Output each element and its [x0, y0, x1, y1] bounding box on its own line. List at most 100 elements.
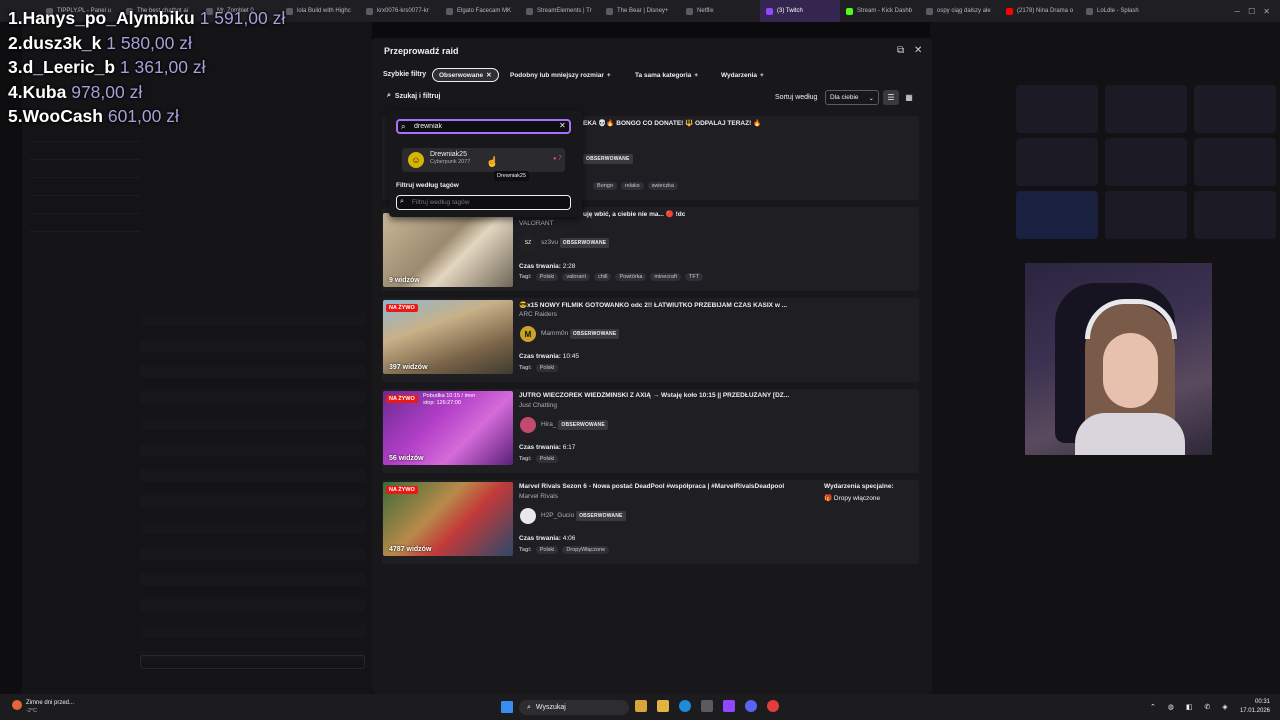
sort-dropdown[interactable]: Dla ciebie ⌄ — [825, 90, 879, 105]
search-and-filter-button[interactable]: ⌕ Szukaj i filtruj — [387, 89, 440, 103]
stream-duration: Czas trwania: 2:28 — [519, 263, 576, 270]
search-result-item[interactable] — [402, 148, 565, 172]
browser-tab[interactable]: Netflix — [680, 0, 760, 22]
mouse-cursor-icon: ☝ — [486, 157, 499, 168]
minimize-icon[interactable]: ─ — [1234, 7, 1240, 16]
chip-same-category[interactable]: Ta sama kategoria + — [629, 68, 704, 82]
stream-thumbnail[interactable]: NA ŻYWO 4787 widzów — [383, 482, 513, 556]
dimmed-chat-input — [140, 655, 365, 669]
search-icon: ⌕ — [387, 92, 391, 99]
store-icon[interactable] — [701, 700, 713, 712]
window-controls: ─ ☐ ✕ — [1234, 7, 1280, 16]
tab-favicon-icon — [286, 7, 293, 15]
chip-similar-size[interactable]: Podobny lub mniejszy rozmiar + — [504, 68, 617, 82]
viewer-count: 397 widzów — [389, 364, 428, 371]
channel-search-input[interactable] — [396, 119, 571, 134]
stream-category[interactable]: ARC Raiders — [519, 311, 557, 318]
close-dialog-icon[interactable]: ✕ — [914, 45, 922, 56]
live-badge: NA ŻYWO — [386, 395, 418, 403]
stream-duration: Czas trwania: 4:06 — [519, 535, 576, 542]
discord-icon[interactable] — [745, 700, 757, 712]
dimmed-action-tile — [1105, 138, 1187, 186]
channel-avatar[interactable]: SZ — [520, 235, 536, 251]
browser-tab[interactable]: ospy ciąg dalszy ale — [920, 0, 1000, 22]
clear-search-icon[interactable]: ✕ — [559, 121, 566, 130]
stream-thumbnail[interactable]: 9 widzów — [383, 213, 513, 287]
user-avatar-icon: ☺ — [408, 152, 424, 168]
live-badge: NA ŻYWO — [386, 304, 418, 312]
tag-filter-input[interactable] — [396, 195, 571, 210]
dimmed-action-tile — [1194, 191, 1276, 239]
tab-favicon-icon — [1086, 7, 1093, 15]
system-tray-icons[interactable]: ⌃ ◍ ◧ ✆ ◈ — [1150, 703, 1233, 711]
browser-tab[interactable]: krx0076-krs0077-kr — [360, 0, 440, 22]
viewer-count: 4787 widzów — [389, 546, 432, 553]
channel-avatar[interactable] — [520, 417, 536, 433]
stream-category[interactable]: VALORANT — [519, 220, 554, 227]
plus-icon: + — [606, 71, 611, 79]
stream-tags: Tagi: Polski DropyWłączone — [519, 546, 610, 554]
copilot-icon[interactable] — [635, 700, 647, 712]
stream-title: JUTRO WIECZOREK WIEDŹMIŃSKI Z AXIĄ → Wst… — [519, 392, 790, 399]
stream-thumbnail[interactable]: NA ŻYWO 397 widzów — [383, 300, 513, 374]
twitch-app-icon[interactable] — [723, 700, 735, 712]
leaderboard-entry: 5.WooCash 601,00 zł — [8, 106, 179, 126]
search-icon: ⌕ — [527, 703, 531, 711]
chrome-icon[interactable] — [767, 700, 779, 712]
leaderboard-entry: 3.d_Leeric_b 1 361,00 zł — [8, 57, 206, 77]
channel-name[interactable]: H2P_Gucio OBSERWOWANE — [541, 511, 626, 521]
file-explorer-icon[interactable] — [657, 700, 669, 712]
twitch-icon — [766, 7, 773, 15]
browser-tab[interactable]: lola Build with Highc — [280, 0, 360, 22]
result-game: Cyberpunk 2077 — [430, 159, 471, 165]
channel-name[interactable]: sz3vu OBSERWOWANE — [541, 238, 610, 248]
dimmed-action-tile — [1194, 138, 1276, 186]
channel-avatar[interactable]: M — [520, 326, 536, 342]
browser-tab[interactable]: LoLdle - Splash — [1080, 0, 1160, 22]
maximize-icon[interactable]: ☐ — [1248, 7, 1255, 16]
browser-tab[interactable]: The Bear | Disney+ — [600, 0, 680, 22]
stream-tags: Tagi: Polski — [519, 455, 559, 463]
channel-avatar[interactable] — [520, 508, 536, 524]
channel-name[interactable]: Hira_ OBSERWOWANE — [541, 420, 608, 430]
list-view-icon[interactable]: ☰ — [883, 90, 899, 105]
windows-start-icon[interactable] — [501, 701, 513, 713]
plus-icon: + — [694, 71, 699, 79]
weather-text[interactable]: Zimne dni przed... — [26, 700, 74, 706]
edge-icon[interactable] — [679, 700, 691, 712]
dimmed-action-tile — [1016, 85, 1098, 133]
youtube-icon — [1006, 7, 1013, 15]
quick-filters-label: Szybkie filtry — [383, 71, 427, 78]
stream-category[interactable]: Marvel Rivals — [519, 493, 558, 500]
channel-name[interactable]: Mamm0n OBSERWOWANE — [541, 329, 620, 339]
stream-category[interactable]: Just Chatting — [519, 402, 557, 409]
popout-icon[interactable]: ⧉ — [897, 45, 904, 56]
dialog-title: Przeprowadź raid — [384, 46, 459, 56]
weather-icon — [12, 700, 22, 710]
viewer-count: 9 widzów — [389, 277, 420, 284]
special-events-label: Wydarzenia specjalne: — [824, 483, 894, 490]
browser-tab[interactable]: Elgato Facecam MK — [440, 0, 520, 22]
plus-icon: + — [760, 71, 764, 79]
viewer-count: 56 widzów — [389, 455, 424, 462]
leaderboard-entry: 2.dusz3k_k 1 580,00 zł — [8, 33, 192, 53]
clock-time[interactable]: 00:31 — [1228, 699, 1270, 705]
stream-title: Marvel Rivals Sezon 6 - Nowa postać Dead… — [519, 483, 785, 490]
observed-badge: OBSERWOWANE — [583, 147, 633, 165]
clock-date[interactable]: 17.01.2026 — [1228, 708, 1270, 714]
taskbar-search[interactable]: ⌕ Wyszukaj — [519, 700, 629, 715]
browser-tab[interactable]: (2178) Nina Drama o — [1000, 0, 1080, 22]
stream-thumbnail[interactable]: NA ŻYWO Pobudka 10:15 / imer stop: 126:2… — [383, 391, 513, 465]
tab-favicon-icon — [526, 7, 533, 15]
browser-tab[interactable]: StreamElements | Tr — [520, 0, 600, 22]
stream-title: uję wbić, a ciebie nie ma... 🔴 !dc — [583, 211, 686, 218]
chevron-down-icon: ⌄ — [868, 94, 874, 102]
grid-view-icon[interactable]: ▦ — [901, 90, 917, 105]
close-icon[interactable]: ✕ — [1263, 7, 1270, 16]
chip-events[interactable]: Wydarzenia + — [715, 68, 770, 82]
live-badge: NA ŻYWO — [386, 486, 418, 494]
browser-tab[interactable]: Stream - Kick Dashb — [840, 0, 920, 22]
browser-tab-active[interactable]: (3) Twitch — [760, 0, 840, 22]
chip-observed[interactable]: Obserwowane ✕ — [432, 68, 499, 82]
sort-label: Sortuj według — [775, 94, 818, 101]
